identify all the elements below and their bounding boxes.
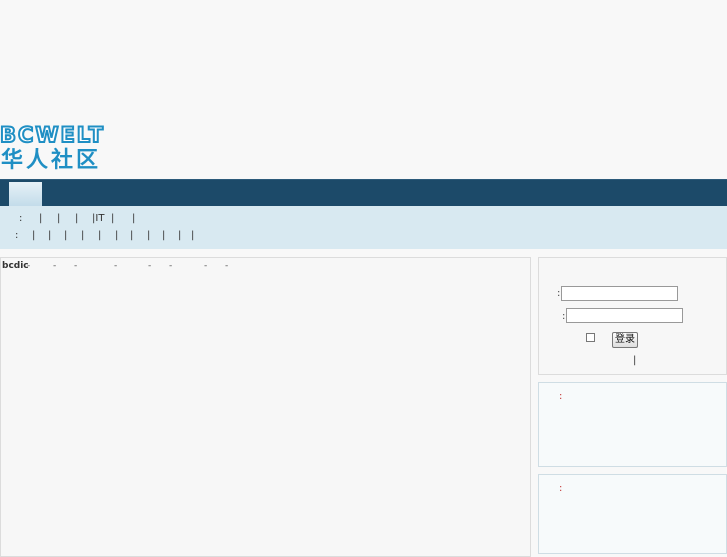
main-content-panel: bcdic - - - - - - - -	[0, 257, 531, 557]
subnav-link[interactable]: |	[75, 213, 78, 224]
nav-tab-active[interactable]	[9, 182, 42, 206]
subnav-link[interactable]: |	[64, 230, 67, 241]
subnav-link[interactable]: |	[130, 230, 133, 241]
subnav-link-it[interactable]: |IT	[92, 213, 104, 224]
breadcrumb-separator: -	[225, 261, 229, 271]
subnav-link[interactable]: |	[132, 213, 135, 224]
logo-graphic: BCWELT 华人社区	[0, 122, 104, 173]
login-link-separator: |	[633, 355, 637, 366]
sidebar-box-1-label: :	[559, 391, 563, 402]
username-input[interactable]	[561, 286, 678, 301]
logo-text-bottom: 华人社区	[1, 147, 101, 173]
breadcrumb-separator: -	[114, 261, 118, 271]
subnav-link[interactable]: |	[32, 230, 35, 241]
subnav-row-1: : | | | |IT | |	[0, 213, 135, 225]
subnav-link[interactable]: |	[147, 230, 150, 241]
main-navbar	[0, 179, 727, 206]
subnav-link[interactable]: |	[191, 230, 194, 241]
subnav-link[interactable]: |	[39, 213, 42, 224]
breadcrumb-separator: -	[74, 261, 78, 271]
remember-me-checkbox[interactable]	[586, 333, 595, 342]
sidebar-box-2: :	[538, 474, 727, 554]
subnav-link[interactable]: |	[57, 213, 60, 224]
subnav-link[interactable]: |	[115, 230, 118, 241]
username-label: :	[557, 288, 561, 299]
login-button[interactable]: 登录	[612, 332, 638, 348]
subnav-link[interactable]: |	[111, 213, 114, 224]
breadcrumb-separator: -	[169, 261, 173, 271]
breadcrumb-separator: -	[53, 261, 57, 271]
subnav-link[interactable]: |	[98, 230, 101, 241]
sub-navigation: : | | | |IT | | : | | | | | | | | | | |	[0, 206, 727, 249]
breadcrumb: bcdic - - - - - - - -	[1, 261, 532, 273]
breadcrumb-separator: -	[27, 261, 31, 271]
subnav-row2-colon: :	[15, 230, 19, 241]
breadcrumb-separator: -	[204, 261, 208, 271]
login-panel: : : 登录 |	[538, 257, 727, 375]
subnav-row1-colon: :	[19, 213, 23, 224]
subnav-link[interactable]: |	[81, 230, 84, 241]
subnav-link[interactable]: |	[162, 230, 165, 241]
site-logo[interactable]: BCWELT 华人社区	[0, 121, 104, 173]
subnav-link[interactable]: |	[178, 230, 181, 241]
password-label: :	[562, 311, 566, 322]
password-input[interactable]	[566, 308, 683, 323]
logo-text-top: BCWELT	[0, 123, 104, 147]
sidebar-box-1: :	[538, 382, 727, 467]
sidebar-box-2-label: :	[559, 483, 563, 494]
subnav-row-2: : | | | | | | | | | | |	[0, 230, 194, 242]
subnav-link[interactable]: |	[48, 230, 51, 241]
breadcrumb-site[interactable]: bcdic	[2, 261, 29, 271]
breadcrumb-separator: -	[148, 261, 152, 271]
